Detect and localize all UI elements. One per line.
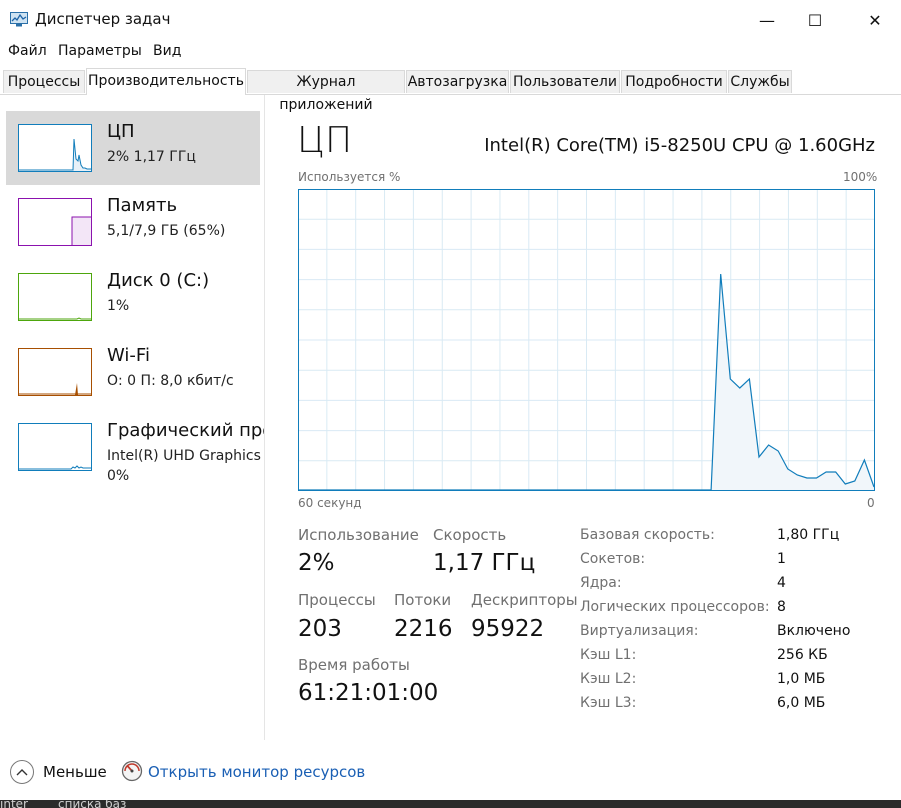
processes-value: 203	[298, 616, 342, 642]
detail-value: 256 КБ	[777, 647, 828, 663]
background-window-strip: inter списка баз	[0, 800, 901, 808]
gpu-thumbnail-graph	[18, 423, 92, 471]
sidebar-disk-title: Диск 0 (C:)	[107, 270, 210, 291]
minimize-button[interactable]: —	[744, 0, 790, 40]
detail-value: Включено	[777, 623, 851, 639]
memory-thumbnail-graph	[18, 198, 92, 246]
graph-y-label: Используется %	[298, 170, 401, 184]
sidebar-divider	[264, 95, 265, 740]
menu-options[interactable]: Параметры	[58, 43, 142, 59]
sidebar-wifi-title: Wi-Fi	[107, 345, 150, 366]
fewer-details-label[interactable]: Меньше	[43, 763, 107, 781]
sidebar-gpu-usage: 0%	[107, 468, 130, 484]
detail-value: 1,0 МБ	[777, 671, 826, 687]
tab-users[interactable]: Пользователи	[510, 70, 620, 93]
graph-x-label-right: 0	[867, 496, 875, 510]
utilization-value: 2%	[298, 550, 335, 576]
detail-value: 1,80 ГГц	[777, 527, 840, 543]
uptime-value: 61:21:01:00	[298, 680, 439, 706]
fewer-details-button[interactable]	[10, 760, 34, 784]
minimize-icon: —	[759, 10, 775, 30]
threads-value: 2216	[394, 616, 453, 642]
detail-label: Ядра:	[580, 575, 622, 591]
open-resource-monitor-link[interactable]: Открыть монитор ресурсов	[148, 763, 365, 781]
menu-view[interactable]: Вид	[153, 43, 181, 59]
tab-services[interactable]: Службы	[728, 70, 792, 93]
detail-value: 4	[777, 575, 786, 591]
chevron-up-icon	[16, 769, 28, 776]
sidebar-wifi-detail: О: 0 П: 8,0 кбит/с	[107, 373, 234, 389]
detail-label: Кэш L2:	[580, 671, 637, 687]
speed-label: Скорость	[433, 526, 507, 544]
processes-label: Процессы	[298, 591, 376, 609]
tab-details[interactable]: Подробности	[621, 70, 727, 93]
maximize-icon: ☐	[807, 10, 823, 30]
cpu-thumbnail-graph	[18, 124, 92, 172]
background-text: inter	[0, 800, 28, 808]
cpu-model-name: Intel(R) Core(TM) i5-8250U CPU @ 1.60GHz	[484, 135, 875, 156]
disk-thumbnail-graph	[18, 273, 92, 321]
threads-label: Потоки	[394, 591, 452, 609]
tab-bar: Процессы Производительность Журнал прило…	[0, 68, 901, 113]
detail-label: Кэш L1:	[580, 647, 637, 663]
sidebar-item-memory[interactable]: Память 5,1/7,9 ГБ (65%)	[6, 185, 260, 259]
cpu-usage-graph	[298, 189, 875, 491]
detail-label: Виртуализация:	[580, 623, 699, 639]
menu-bar: Файл Параметры Вид	[0, 40, 901, 64]
resource-sidebar: ЦП 2% 1,17 ГГц Память 5,1/7,9 ГБ (65%) Д…	[0, 95, 264, 735]
sidebar-item-cpu[interactable]: ЦП 2% 1,17 ГГц	[6, 111, 260, 185]
sidebar-item-wifi[interactable]: Wi-Fi О: 0 П: 8,0 кбит/с	[6, 335, 260, 409]
close-icon: ✕	[868, 10, 882, 30]
detail-label: Кэш L3:	[580, 695, 637, 711]
detail-value: 1	[777, 551, 786, 567]
tab-processes[interactable]: Процессы	[3, 70, 85, 93]
task-manager-window: Диспетчер задач — ☐ ✕ Файл Параметры Вид…	[0, 0, 901, 800]
tab-performance[interactable]: Производительность	[86, 68, 246, 95]
graph-y-max: 100%	[843, 170, 878, 184]
background-text: списка баз	[58, 800, 127, 808]
footer: Меньше Открыть монитор ресурсов	[0, 740, 901, 800]
tab-app-history[interactable]: Журнал приложений	[247, 70, 405, 113]
sidebar-gpu-title: Графический процессор 0	[107, 420, 264, 441]
sidebar-item-gpu[interactable]: Графический процессор 0 Intel(R) UHD Gra…	[6, 410, 264, 484]
window-title: Диспетчер задач	[35, 10, 171, 28]
detail-label: Базовая скорость:	[580, 527, 715, 543]
utilization-label: Использование	[298, 526, 419, 544]
speed-value: 1,17 ГГц	[433, 550, 536, 576]
page-title: ЦП	[297, 120, 353, 161]
close-button[interactable]: ✕	[852, 0, 898, 40]
uptime-label: Время работы	[298, 656, 410, 674]
handles-value: 95922	[471, 616, 545, 642]
handles-label: Дескрипторы	[471, 591, 578, 609]
sidebar-memory-detail: 5,1/7,9 ГБ (65%)	[107, 223, 226, 239]
tab-startup[interactable]: Автозагрузка	[406, 70, 509, 93]
sidebar-cpu-title: ЦП	[107, 121, 135, 142]
detail-label: Логических процессоров:	[580, 599, 770, 615]
sidebar-memory-title: Память	[107, 195, 178, 216]
menu-file[interactable]: Файл	[8, 43, 47, 59]
graph-x-label-left: 60 секунд	[298, 496, 362, 510]
detail-label: Сокетов:	[580, 551, 646, 567]
resource-monitor-icon	[121, 760, 143, 782]
wifi-thumbnail-graph	[18, 348, 92, 396]
title-bar: Диспетчер задач — ☐ ✕	[0, 0, 901, 40]
sidebar-cpu-detail: 2% 1,17 ГГц	[107, 149, 196, 165]
sidebar-gpu-model: Intel(R) UHD Graphics 620	[107, 448, 264, 464]
detail-value: 6,0 МБ	[777, 695, 826, 711]
sidebar-item-disk[interactable]: Диск 0 (C:) 1%	[6, 260, 260, 334]
detail-value: 8	[777, 599, 786, 615]
maximize-button[interactable]: ☐	[792, 0, 838, 40]
task-manager-icon	[10, 12, 28, 27]
sidebar-disk-detail: 1%	[107, 298, 130, 314]
